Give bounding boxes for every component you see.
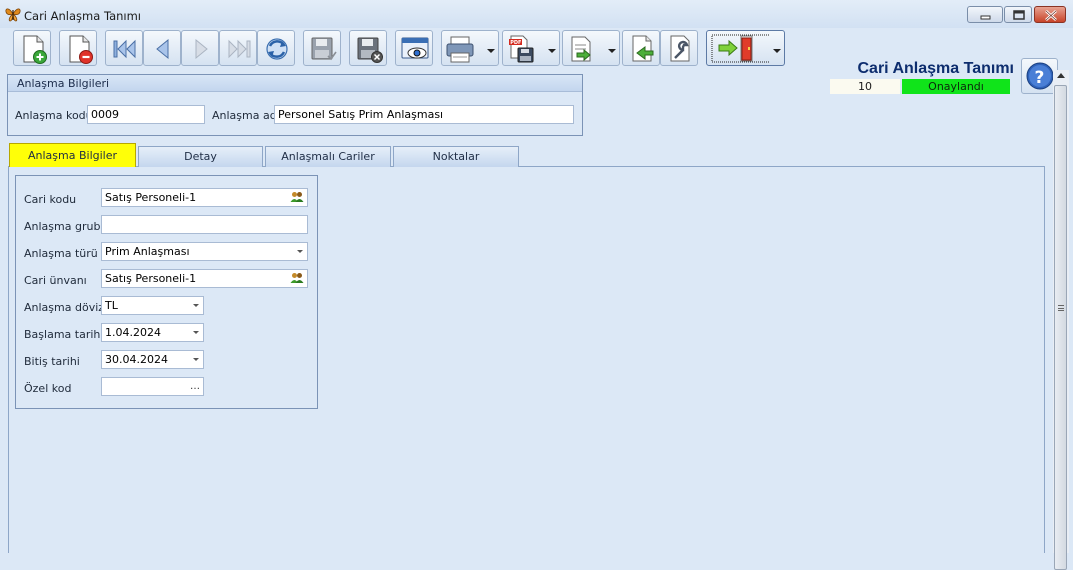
- tools-button[interactable]: [660, 30, 698, 66]
- people-picker-icon[interactable]: [290, 272, 304, 287]
- save-icon: [311, 37, 337, 61]
- exit-button[interactable]: [706, 30, 785, 66]
- special-code-field[interactable]: …: [101, 377, 204, 396]
- minimize-icon: [980, 15, 991, 20]
- import-button[interactable]: [622, 30, 660, 66]
- print-button[interactable]: [441, 30, 499, 66]
- account-code-field[interactable]: Satış Personeli-1: [101, 188, 308, 207]
- svg-text:PDF: PDF: [510, 40, 521, 46]
- first-record-button[interactable]: [105, 30, 143, 66]
- grip-icon: [1058, 305, 1064, 311]
- agreement-info-title: Anlaşma Bilgileri: [8, 75, 582, 92]
- special-code-label: Özel kod: [24, 382, 72, 395]
- agreement-type-label: Anlaşma türü: [24, 247, 98, 260]
- export-pdf-button[interactable]: PDF: [502, 30, 560, 66]
- form-title: Cari Anlaşma Tanımı: [857, 60, 1015, 77]
- previous-record-icon: [156, 38, 169, 60]
- people-picker-icon[interactable]: [290, 191, 304, 206]
- refresh-button[interactable]: [257, 30, 295, 66]
- maximize-button[interactable]: [1004, 6, 1032, 23]
- exit-dropdown-arrow[interactable]: [770, 33, 784, 69]
- preview-button[interactable]: [395, 30, 433, 66]
- refresh-icon: [266, 38, 288, 60]
- maximize-icon: [1013, 10, 1025, 20]
- pdf-save-icon: PDF: [509, 35, 534, 63]
- delete-document-icon: [69, 35, 93, 64]
- title-bar: Cari Anlaşma Tanımı: [0, 0, 1073, 28]
- scroll-up-arrow-icon[interactable]: [1057, 73, 1065, 78]
- window-title: Cari Anlaşma Tanımı: [24, 9, 141, 23]
- print-dropdown-arrow[interactable]: [484, 33, 498, 69]
- transfer-document-icon: [571, 36, 591, 62]
- new-record-button[interactable]: [13, 30, 51, 66]
- new-document-icon: [23, 35, 47, 64]
- first-record-icon: [113, 39, 136, 59]
- butterfly-icon: [4, 6, 22, 22]
- account-title-label: Cari ünvanı: [24, 274, 87, 287]
- tab-agreement-info[interactable]: Anlaşma Bilgiler: [9, 143, 136, 167]
- preview-icon: [401, 37, 429, 59]
- transfer-button[interactable]: [562, 30, 620, 66]
- chevron-down-icon[interactable]: [193, 358, 199, 361]
- last-record-icon: [228, 39, 251, 59]
- end-date-field[interactable]: 30.04.2024: [101, 350, 204, 369]
- close-button[interactable]: [1034, 6, 1066, 23]
- chevron-down-icon[interactable]: [193, 304, 199, 307]
- vertical-scrollbar[interactable]: [1053, 70, 1069, 570]
- currency-select[interactable]: TL: [101, 296, 204, 315]
- cancel-save-icon: [357, 37, 383, 63]
- start-date-label: Başlama tarihi: [24, 328, 104, 341]
- minimize-button[interactable]: [967, 6, 1003, 23]
- ellipsis-icon[interactable]: …: [190, 378, 200, 395]
- status-badge: Onaylandı: [902, 79, 1010, 94]
- exit-door-icon: [711, 34, 769, 63]
- next-record-icon: [195, 38, 208, 60]
- agreement-code-field[interactable]: 0009: [87, 105, 205, 124]
- chevron-down-icon[interactable]: [193, 331, 199, 334]
- agreement-group-field[interactable]: [101, 215, 308, 234]
- svg-text:?: ?: [1035, 68, 1045, 88]
- currency-value: TL: [105, 299, 118, 312]
- account-code-value: Satış Personeli-1: [105, 191, 197, 204]
- agreement-group-label: Anlaşma grubu: [24, 220, 108, 233]
- end-date-label: Bitiş tarihi: [24, 355, 80, 368]
- agreement-type-value: Prim Anlaşması: [105, 245, 190, 258]
- agreement-details-box: Cari kodu Satış Personeli-1 Anlaşma grub…: [15, 175, 318, 409]
- account-code-label: Cari kodu: [24, 193, 77, 206]
- delete-record-button[interactable]: [59, 30, 97, 66]
- tab-points[interactable]: Noktalar: [393, 146, 519, 167]
- printer-icon: [446, 36, 474, 63]
- start-date-field[interactable]: 1.04.2024: [101, 323, 204, 342]
- transfer-dropdown-arrow[interactable]: [605, 33, 619, 69]
- agreement-name-field[interactable]: Personel Satış Prim Anlaşması: [274, 105, 574, 124]
- last-record-button[interactable]: [219, 30, 257, 66]
- agreement-name-label: Anlaşma adı: [212, 109, 280, 122]
- import-document-icon: [632, 35, 654, 62]
- agreement-info-group: Anlaşma Bilgileri Anlaşma kodu 0009 Anla…: [7, 74, 583, 136]
- save-button[interactable]: [303, 30, 341, 66]
- agreement-type-select[interactable]: Prim Anlaşması: [101, 242, 308, 261]
- cancel-save-button[interactable]: [349, 30, 387, 66]
- currency-label: Anlaşma dövizi: [24, 301, 108, 314]
- next-record-button[interactable]: [181, 30, 219, 66]
- tab-detail[interactable]: Detay: [138, 146, 263, 167]
- wrench-icon: [670, 35, 690, 62]
- end-date-value: 30.04.2024: [105, 353, 168, 366]
- record-number: 10: [830, 79, 900, 94]
- tab-contract-accounts[interactable]: Anlaşmalı Cariler: [265, 146, 391, 167]
- account-title-field[interactable]: Satış Personeli-1: [101, 269, 308, 288]
- chevron-down-icon[interactable]: [297, 250, 303, 253]
- close-icon: [1045, 10, 1057, 21]
- agreement-code-label: Anlaşma kodu: [15, 109, 93, 122]
- scrollbar-thumb[interactable]: [1054, 85, 1067, 570]
- toolbar: PDF Cari Anlaşma Tanımı 10 Onaylandı ?: [0, 28, 1073, 94]
- pdf-dropdown-arrow[interactable]: [545, 33, 559, 69]
- previous-record-button[interactable]: [143, 30, 181, 66]
- account-title-value: Satış Personeli-1: [105, 272, 197, 285]
- start-date-value: 1.04.2024: [105, 326, 161, 339]
